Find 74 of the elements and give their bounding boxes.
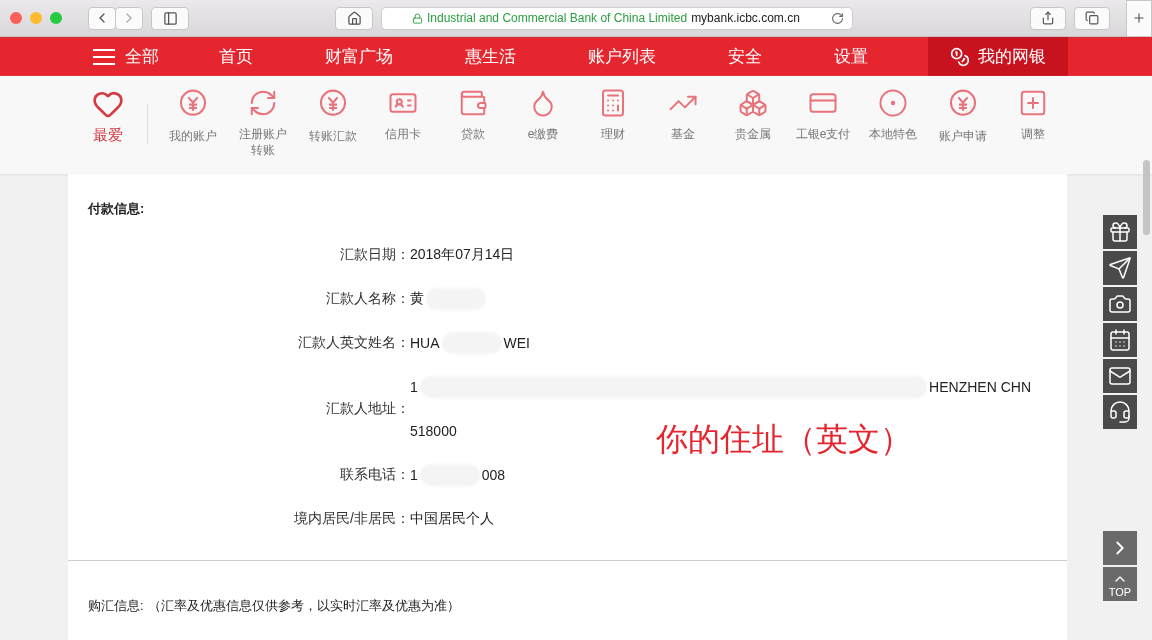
reload-icon[interactable] <box>831 11 844 25</box>
field-label: 汇款人名称： <box>325 290 410 308</box>
nav-tab[interactable]: 财富广场 <box>289 37 429 76</box>
menu-icon <box>93 47 115 66</box>
address-field[interactable]: Industrial and Commercial Bank of China Limited mybank.icbc.com.cn <box>381 6 853 30</box>
shortcut-item[interactable]: 本地特色 <box>858 88 928 142</box>
share-button[interactable] <box>1030 6 1066 30</box>
dots-circle-icon <box>878 88 908 118</box>
camera-button[interactable] <box>1103 287 1137 321</box>
tabs-button[interactable] <box>1074 6 1110 30</box>
shortcut-item[interactable]: 转账汇款 <box>298 88 368 144</box>
field-value: 2018年07月14日 <box>410 246 515 264</box>
scrollbar-thumb[interactable] <box>1143 160 1150 235</box>
section-title: 购汇信息: <box>88 597 144 615</box>
lock-icon <box>412 12 423 24</box>
shortcut-item[interactable]: 工银e支付 <box>788 88 858 142</box>
shortcut-item[interactable]: 贵金属 <box>718 88 788 142</box>
paper-plane-icon <box>1108 256 1132 280</box>
field-value: 008 <box>481 467 506 483</box>
field-value: 中国居民个人 <box>410 510 494 528</box>
nav-tab[interactable]: 账户列表 <box>552 37 692 76</box>
top-button[interactable]: TOP <box>1103 567 1137 601</box>
calendar-icon <box>1108 328 1132 352</box>
field-value: HUA <box>410 335 440 351</box>
shortcut-item[interactable]: 账户申请 <box>928 88 998 144</box>
shortcut-item[interactable]: 基金 <box>648 88 718 142</box>
headset-icon <box>1108 400 1132 424</box>
note-text: （汇率及优惠信息仅供参考，以实时汇率及优惠为准） <box>147 597 460 615</box>
collapse-button[interactable] <box>1103 531 1137 565</box>
field-label: 联系电话： <box>339 466 410 484</box>
sidebar-icon <box>162 10 178 26</box>
home-icon <box>346 10 362 26</box>
shortcut-item[interactable]: 注册账户转账 <box>228 88 298 158</box>
plus-square-icon <box>1018 88 1048 118</box>
shortcut-item[interactable]: e缴费 <box>508 88 578 142</box>
nav-tab[interactable]: 首页 <box>183 37 289 76</box>
shortcut-item[interactable]: 理财 <box>578 88 648 142</box>
favorites-shortcut[interactable]: 最爱 <box>85 88 131 145</box>
section-title: 付款信息: <box>86 200 146 218</box>
annotation-text: 你的住址（英文） <box>656 420 912 459</box>
field-value: WEI <box>503 335 530 351</box>
field-label: 汇款人地址： <box>325 400 410 418</box>
calendar-button[interactable] <box>1103 323 1137 357</box>
plus-icon <box>1132 11 1146 25</box>
gift-button[interactable] <box>1103 215 1137 249</box>
close-button[interactable] <box>10 12 22 24</box>
field-label: 汇款日期： <box>339 246 410 264</box>
gift-icon <box>1108 220 1132 244</box>
nav-tab[interactable]: 惠生活 <box>429 37 552 76</box>
menu-button[interactable]: 全部 <box>93 37 159 76</box>
mail-button[interactable] <box>1103 359 1137 393</box>
headset-button[interactable] <box>1103 395 1137 429</box>
share-icon <box>1041 11 1055 25</box>
field-value: 518000 <box>410 423 457 439</box>
field-value: 1 <box>410 379 418 395</box>
refresh-icon <box>248 88 278 118</box>
nav-tab[interactable]: 安全 <box>692 37 798 76</box>
home-button[interactable] <box>335 6 373 30</box>
camera-icon <box>1108 292 1132 316</box>
sidebar-button[interactable] <box>151 6 189 30</box>
paper-plane-button[interactable] <box>1103 251 1137 285</box>
mail-icon <box>1108 364 1132 388</box>
shortcut-item[interactable]: 我的账户 <box>158 88 228 144</box>
nav-tab[interactable]: 我的网银 <box>928 37 1068 76</box>
field-value: 黄 <box>410 290 424 308</box>
field-value: HENZHEN CHN <box>929 379 1031 395</box>
shortcut-item[interactable]: 信用卡 <box>368 88 438 142</box>
field-label: 汇款人英文姓名： <box>297 334 410 352</box>
shortcut-item[interactable]: 调整 <box>998 88 1068 142</box>
field-value: 1 <box>410 467 418 483</box>
shortcut-item[interactable]: 贷款 <box>438 88 508 142</box>
nav-tab[interactable]: 设置 <box>798 37 904 76</box>
field-label: 境内居民/非居民： <box>293 510 410 528</box>
tabs-icon <box>1085 11 1099 25</box>
